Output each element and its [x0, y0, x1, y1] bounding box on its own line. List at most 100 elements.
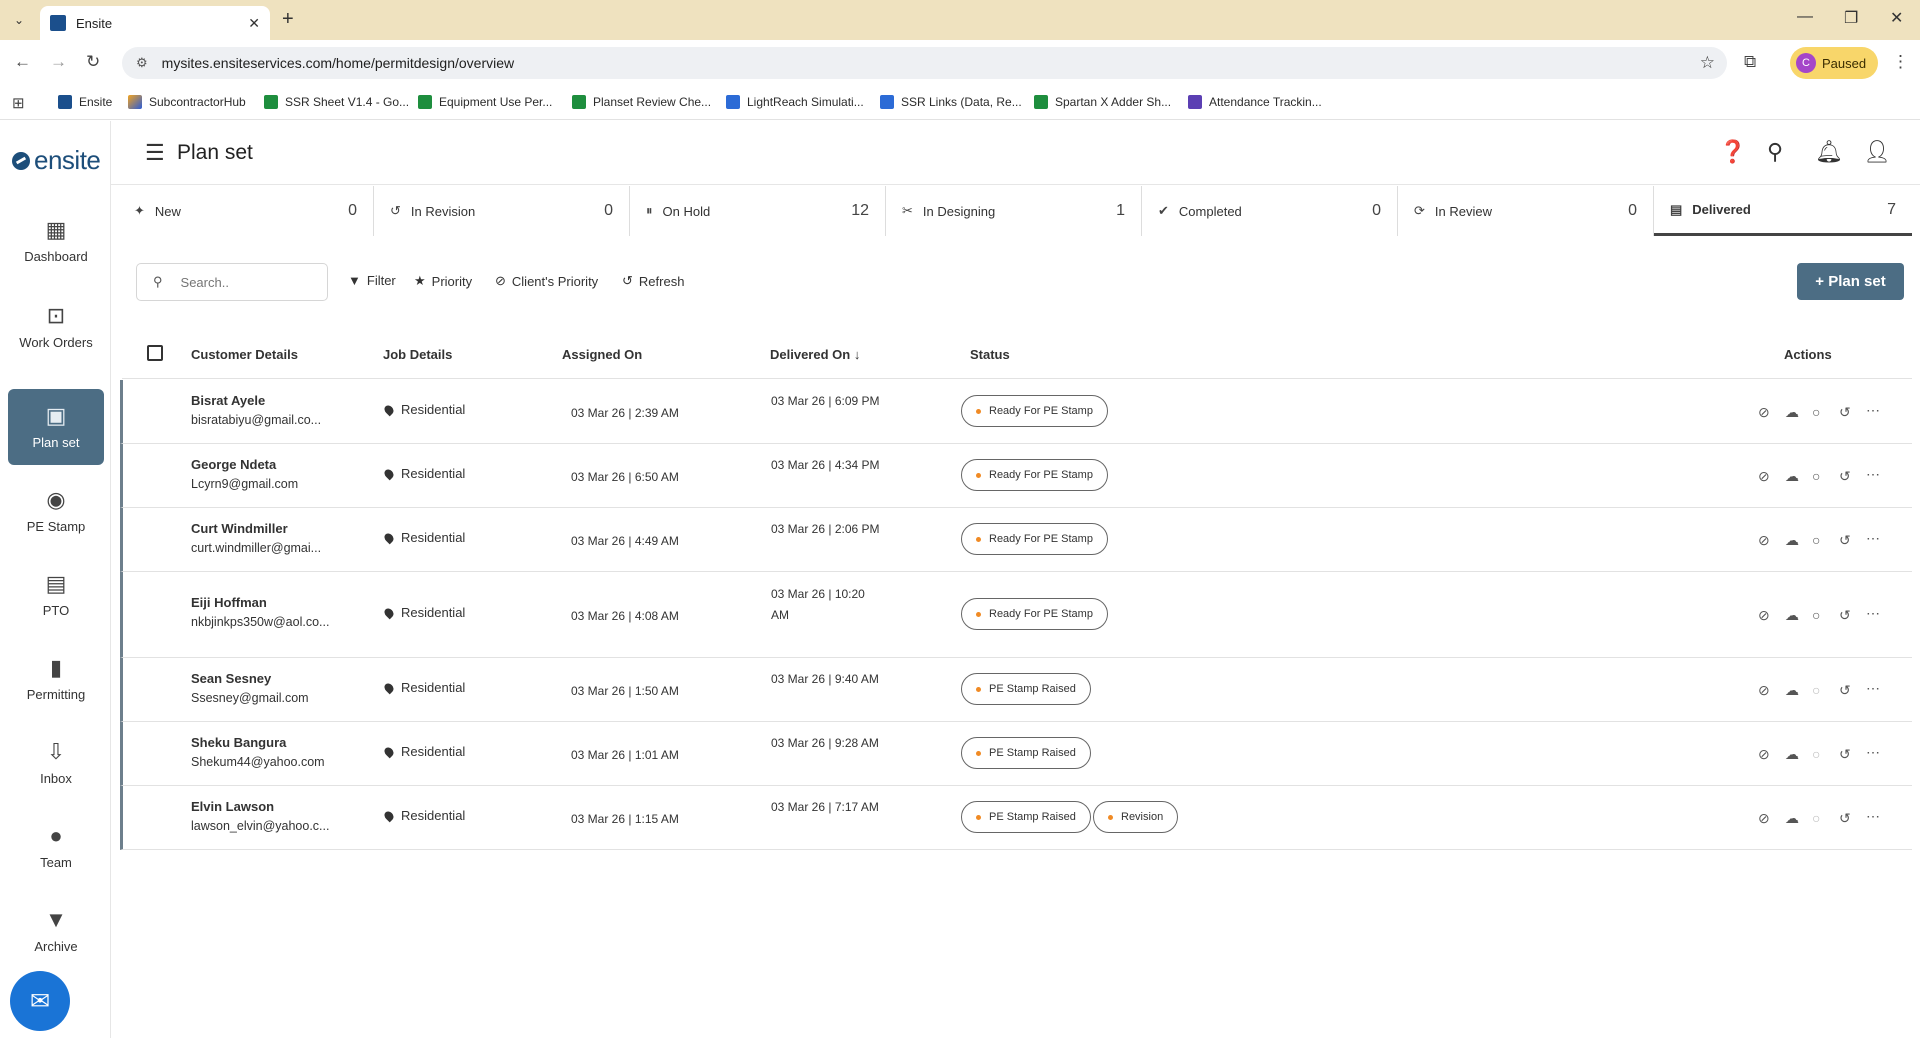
sidebar-item-work-orders[interactable]: ⊡ Work Orders — [8, 303, 104, 350]
menu-icon[interactable]: ☰ — [145, 140, 165, 166]
sidebar-item-permitting[interactable]: ▮ Permitting — [8, 655, 104, 702]
status-circle-icon[interactable]: ○ — [1812, 607, 1820, 623]
sort-arrow-down-icon[interactable]: ↓ — [854, 347, 861, 362]
apps-grid-icon[interactable]: ⊞ — [12, 94, 25, 112]
table-row[interactable]: Curt Windmiller curt.windmiller@gmai... … — [120, 508, 1912, 572]
search-input[interactable] — [180, 274, 301, 290]
select-all-checkbox[interactable] — [147, 345, 163, 361]
help-icon[interactable]: ❓ — [1719, 139, 1746, 165]
table-row[interactable]: Bisrat Ayele bisratabiyu@gmail.co... Res… — [120, 380, 1912, 444]
cloud-upload-icon[interactable]: ☁ — [1785, 810, 1799, 827]
bookmark-item[interactable]: Ensite — [58, 95, 112, 109]
refresh-button[interactable]: ↺ Refresh — [622, 273, 684, 289]
reload-icon[interactable]: ↻ — [86, 52, 100, 72]
bookmark-item[interactable]: SubcontractorHub — [128, 95, 246, 109]
sidebar-item-inbox[interactable]: ⇩ Inbox — [8, 739, 104, 786]
status-badge[interactable]: PE Stamp Raised — [961, 673, 1091, 705]
tab-on-hold[interactable]: ⏸︎ On Hold 12 — [630, 186, 886, 236]
client-priority-action-icon[interactable]: ⊘ — [1758, 404, 1770, 421]
bookmark-item[interactable]: Planset Review Che... — [572, 95, 711, 109]
sidebar-item-plan-set[interactable]: ▣ Plan set — [8, 389, 104, 465]
bookmark-star-icon[interactable]: ☆ — [1700, 53, 1715, 73]
status-badge[interactable]: Ready For PE Stamp — [961, 395, 1108, 427]
new-tab-icon[interactable]: + — [282, 8, 294, 31]
tab-completed[interactable]: ✔ Completed 0 — [1142, 186, 1398, 236]
notification-bell-icon[interactable]: 🔔︎ — [1815, 139, 1843, 165]
revert-icon[interactable]: ↺ — [1839, 468, 1851, 485]
close-tab-icon[interactable]: ✕ — [248, 15, 260, 32]
tab-in-designing[interactable]: ✂ In Designing 1 — [886, 186, 1142, 236]
sidebar-item-pto[interactable]: ▤ PTO — [8, 571, 104, 618]
status-circle-icon[interactable]: ○ — [1812, 746, 1820, 762]
revert-icon[interactable]: ↺ — [1839, 746, 1851, 763]
client-priority-action-icon[interactable]: ⊘ — [1758, 682, 1770, 699]
table-row[interactable]: George Ndeta Lcyrn9@gmail.com Residentia… — [120, 444, 1912, 508]
column-delivered-on[interactable]: Delivered On ↓ — [770, 347, 860, 362]
revert-icon[interactable]: ↺ — [1839, 682, 1851, 699]
bookmark-item[interactable]: Spartan X Adder Sh... — [1034, 95, 1171, 109]
address-bar[interactable]: ⚙ mysites.ensiteservices.com/home/permit… — [122, 47, 1727, 79]
bookmark-item[interactable]: SSR Sheet V1.4 - Go... — [264, 95, 409, 109]
status-circle-icon[interactable]: ○ — [1812, 532, 1820, 548]
table-row[interactable]: Sean Sesney Ssesney@gmail.com Residentia… — [120, 658, 1912, 722]
add-plan-set-button[interactable]: + Plan set — [1797, 263, 1904, 300]
site-info-icon[interactable]: ⚙ — [136, 55, 148, 71]
bookmark-item[interactable]: LightReach Simulati... — [726, 95, 864, 109]
client-priority-button[interactable]: ⊘ Client's Priority — [495, 273, 598, 289]
status-badge[interactable]: PE Stamp Raised — [961, 737, 1091, 769]
tab-in-review[interactable]: ⟳ In Review 0 — [1398, 186, 1654, 236]
sidebar-item-team[interactable]: ● Team — [8, 823, 104, 870]
user-profile-icon[interactable]: 👤︎ — [1863, 139, 1891, 165]
cloud-upload-icon[interactable]: ☁ — [1785, 468, 1799, 485]
bookmark-item[interactable]: Attendance Trackin... — [1188, 95, 1322, 109]
status-circle-icon[interactable]: ○ — [1812, 682, 1820, 698]
more-options-icon[interactable]: ⋯ — [1866, 808, 1880, 825]
profile-button[interactable]: C Paused — [1790, 47, 1878, 79]
search-icon[interactable]: ⚲ — [1767, 139, 1783, 165]
forward-icon[interactable]: → — [50, 52, 67, 72]
status-badge[interactable]: PE Stamp Raised — [961, 801, 1091, 833]
cloud-upload-icon[interactable]: ☁ — [1785, 404, 1799, 421]
revert-icon[interactable]: ↺ — [1839, 532, 1851, 549]
status-badge[interactable]: Ready For PE Stamp — [961, 523, 1108, 555]
more-options-icon[interactable]: ⋯ — [1866, 402, 1880, 419]
cloud-upload-icon[interactable]: ☁ — [1785, 532, 1799, 549]
sidebar-item-pe-stamp[interactable]: ◉ PE Stamp — [8, 487, 104, 534]
tab-in-revision[interactable]: ↺ In Revision 0 — [374, 186, 630, 236]
client-priority-action-icon[interactable]: ⊘ — [1758, 468, 1770, 485]
more-options-icon[interactable]: ⋯ — [1866, 530, 1880, 547]
ensite-logo[interactable]: ensite — [12, 145, 101, 176]
client-priority-action-icon[interactable]: ⊘ — [1758, 746, 1770, 763]
table-row[interactable]: Eiji Hoffman nkbjinkps350w@aol.co... Res… — [120, 572, 1912, 658]
tab-new[interactable]: ✦ New 0 — [118, 186, 374, 236]
more-options-icon[interactable]: ⋯ — [1866, 605, 1880, 622]
table-row[interactable]: Elvin Lawson lawson_elvin@yahoo.c... Res… — [120, 786, 1912, 850]
filter-button[interactable]: ▼ Filter — [348, 273, 396, 288]
table-row[interactable]: Sheku Bangura Shekum44@yahoo.com Residen… — [120, 722, 1912, 786]
bookmark-item[interactable]: SSR Links (Data, Re... — [880, 95, 1022, 109]
chat-support-button[interactable]: ✉ — [10, 971, 70, 1031]
browser-tab[interactable]: Ensite ✕ — [40, 6, 270, 40]
cloud-upload-icon[interactable]: ☁ — [1785, 682, 1799, 699]
restore-icon[interactable]: ❐ — [1844, 8, 1858, 28]
sidebar-item-archive[interactable]: ▼ Archive — [8, 907, 104, 954]
tab-delivered[interactable]: ▤ Delivered 7 — [1654, 186, 1912, 236]
browser-menu-icon[interactable]: ⋮ — [1892, 52, 1909, 72]
bookmark-item[interactable]: Equipment Use Per... — [418, 95, 552, 109]
cloud-upload-icon[interactable]: ☁ — [1785, 607, 1799, 624]
status-badge[interactable]: Ready For PE Stamp — [961, 598, 1108, 630]
status-circle-icon[interactable]: ○ — [1812, 810, 1820, 826]
window-close-icon[interactable]: ✕ — [1890, 8, 1903, 28]
more-options-icon[interactable]: ⋯ — [1866, 680, 1880, 697]
extensions-icon[interactable]: ⧉ — [1744, 52, 1756, 72]
status-badge[interactable]: Ready For PE Stamp — [961, 459, 1108, 491]
minimize-icon[interactable]: — — [1797, 8, 1813, 26]
client-priority-action-icon[interactable]: ⊘ — [1758, 607, 1770, 624]
revert-icon[interactable]: ↺ — [1839, 810, 1851, 827]
more-options-icon[interactable]: ⋯ — [1866, 744, 1880, 761]
client-priority-action-icon[interactable]: ⊘ — [1758, 532, 1770, 549]
client-priority-action-icon[interactable]: ⊘ — [1758, 810, 1770, 827]
revision-badge[interactable]: Revision — [1093, 801, 1179, 833]
status-circle-icon[interactable]: ○ — [1812, 404, 1820, 420]
cloud-upload-icon[interactable]: ☁ — [1785, 746, 1799, 763]
